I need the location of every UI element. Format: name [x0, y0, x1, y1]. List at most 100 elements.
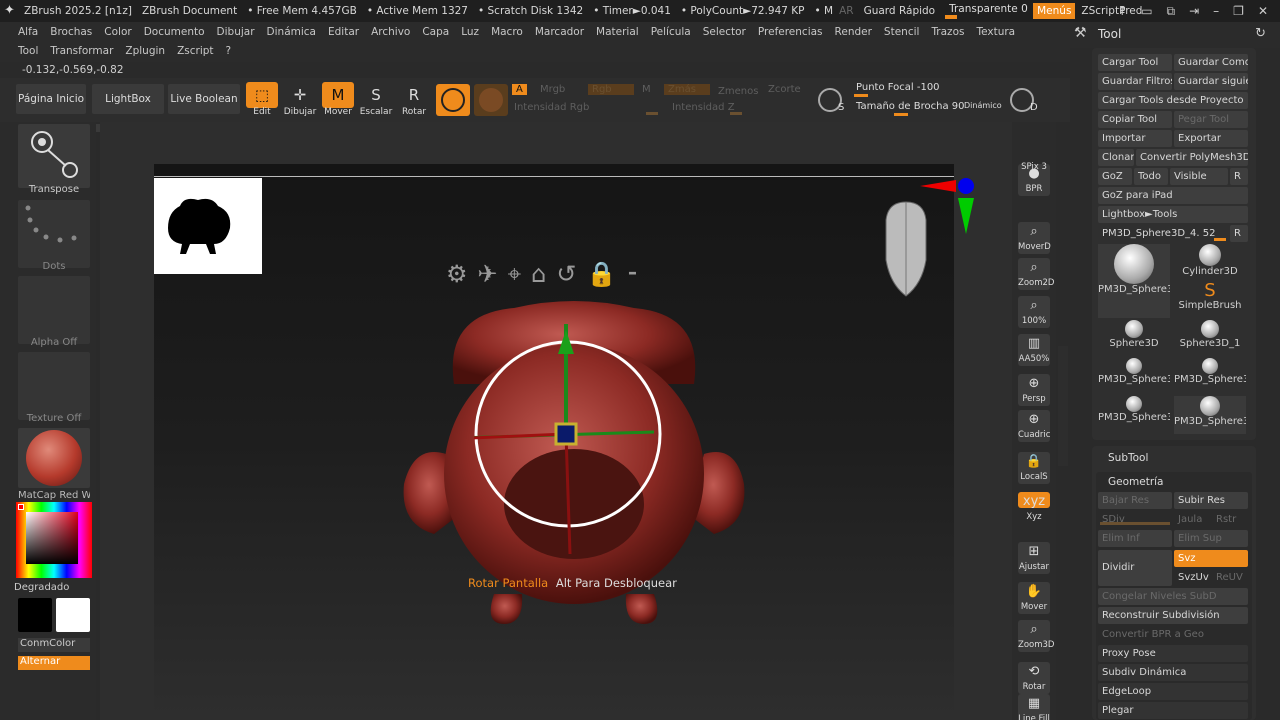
menu-item[interactable]: Película	[651, 26, 691, 38]
rgb-intensity-slider[interactable]	[646, 112, 658, 115]
import-button[interactable]: Importar	[1098, 130, 1172, 147]
rightstrip-button-100-[interactable]: ⌕ 100%	[1018, 296, 1050, 328]
gizmo-depth-axis[interactable]	[564, 433, 572, 555]
reset-icon[interactable]: ↻	[1255, 26, 1266, 41]
rstr-button[interactable]: Rstr	[1212, 511, 1248, 528]
focal-shift-label[interactable]: Punto Focal -100	[856, 82, 940, 93]
menu-item[interactable]: Zplugin	[125, 45, 165, 57]
menu-item[interactable]: Marcador	[535, 26, 584, 38]
rightstrip-button-ajustar[interactable]: ⊞ Ajustar	[1018, 542, 1050, 574]
save-as-button[interactable]: Guardar Como	[1174, 54, 1248, 71]
rgb-toggle[interactable]: Rgb	[588, 84, 634, 95]
lightbox-button[interactable]: LightBox	[92, 84, 164, 114]
z-intensity-label[interactable]: Intensidad Z	[672, 102, 735, 113]
menu-item[interactable]: Tool	[18, 45, 38, 57]
main-color-swatch[interactable]	[18, 598, 52, 632]
convert-bpr-button[interactable]: Convertir BPR a Geo	[1098, 626, 1248, 643]
edit-button[interactable]: ⬚ Edit	[244, 82, 280, 117]
menu-item[interactable]: Transformar	[50, 45, 113, 57]
freeze-subd-button[interactable]: Congelar Niveles SubD	[1098, 588, 1248, 605]
zcut-toggle[interactable]: Zcorte	[768, 84, 801, 95]
color-picker-square[interactable]	[26, 512, 78, 564]
minus-icon[interactable]: ⁃	[626, 260, 638, 288]
rightstrip-button-persp[interactable]: ⊕ Persp	[1018, 374, 1050, 406]
right-tray-divider[interactable]	[1058, 346, 1068, 466]
menu-item[interactable]: Preferencias	[758, 26, 823, 38]
live-boolean-button[interactable]: Live Boolean	[168, 84, 240, 114]
move-button[interactable]: M Mover	[320, 82, 356, 117]
transparent-slider[interactable]: Transparente 0	[945, 1, 1028, 21]
menu-item[interactable]: Capa	[422, 26, 449, 38]
menu-item[interactable]: Color	[104, 26, 131, 38]
delete-lower-button[interactable]: Elim Inf	[1098, 530, 1172, 547]
z-intensity-slider[interactable]	[730, 112, 742, 115]
document-canvas[interactable]: ⚙ ✈ ⌖ ⌂ ↺ 🔒 ⁃ Rotar Pantalla Alt Para De…	[154, 164, 954, 720]
menu-item[interactable]: Archivo	[371, 26, 410, 38]
suv-toggle[interactable]: SvzUv	[1174, 569, 1210, 586]
save-filters-button[interactable]: Guardar Filtros	[1098, 73, 1172, 90]
subtool-header[interactable]: SubTool	[1108, 452, 1148, 464]
stroke-dots-button[interactable]	[18, 200, 90, 268]
rightstrip-button-mover[interactable]: ✋ Mover	[1018, 582, 1050, 614]
rightstrip-button-spix-3[interactable]: SPix 3	[1018, 162, 1050, 178]
rightstrip-button-cuadric[interactable]: ⊕ Cuadric	[1018, 410, 1050, 442]
export-button[interactable]: Exportar	[1174, 130, 1248, 147]
transpose-button[interactable]	[18, 124, 90, 188]
menu-item[interactable]: Trazos	[931, 26, 964, 38]
menu-item[interactable]: ?	[226, 45, 232, 57]
menu-item[interactable]: Editar	[328, 26, 359, 38]
convert-polymesh-button[interactable]: Convertir PolyMesh3D	[1136, 149, 1248, 166]
menu-item[interactable]: Dibujar	[217, 26, 255, 38]
lock-icon[interactable]: 🔒	[586, 260, 616, 288]
rotate-button[interactable]: R Rotar	[396, 82, 432, 117]
menu-item[interactable]: Macro	[491, 26, 523, 38]
transpose-gizmo[interactable]	[474, 324, 674, 584]
menu-item[interactable]: Luz	[461, 26, 479, 38]
close-icon[interactable]: ✕	[1258, 4, 1268, 18]
zadd-toggle[interactable]: Zmás	[664, 84, 710, 95]
load-tool-button[interactable]: Cargar Tool	[1098, 54, 1172, 71]
paste-tool-button[interactable]: Pegar Tool	[1174, 111, 1248, 128]
home-icon[interactable]: ⌂	[531, 260, 546, 288]
menu-item[interactable]: Render	[835, 26, 872, 38]
tool-thumbnail[interactable]: PM3D_Sphere3I	[1098, 396, 1170, 434]
goz-all-button[interactable]: Todo	[1134, 168, 1168, 185]
tool-thumbnail[interactable]: PM3D_Sphere3I	[1098, 358, 1170, 396]
reconstruct-subdiv-button[interactable]: Reconstruir Subdivisión	[1098, 607, 1248, 624]
matcap-button[interactable]	[18, 428, 90, 488]
tool-thumbnail[interactable]: Cylinder3D	[1174, 244, 1246, 280]
menu-item[interactable]: Material	[596, 26, 639, 38]
reuv-toggle[interactable]: ReUV	[1212, 569, 1248, 586]
menus-button[interactable]: Menús	[1033, 3, 1076, 19]
mrgb-toggle[interactable]: Mrgb	[540, 84, 565, 95]
material-button[interactable]	[436, 84, 470, 116]
brush-size-label[interactable]: Tamaño de Brocha 90	[856, 101, 965, 112]
tool-thumbnail[interactable]: S SimpleBrush	[1174, 282, 1246, 318]
menu-item[interactable]: Stencil	[884, 26, 920, 38]
scale-button[interactable]: S Escalar	[358, 82, 394, 117]
tool-thumbnail[interactable]: PM3D_Sphere3I	[1174, 358, 1246, 396]
gear-icon[interactable]: ⚙	[446, 260, 468, 288]
zbrush-logo-icon[interactable]: ✦	[4, 4, 20, 18]
pin-icon[interactable]: ✈	[478, 260, 498, 288]
lightbox-tools-button[interactable]: Lightbox►Tools	[1098, 206, 1248, 223]
copy-tool-button[interactable]: Copiar Tool	[1098, 111, 1172, 128]
tool-thumbnail[interactable]: PM3D_Sphere3	[1098, 244, 1170, 318]
menu-item[interactable]: Alfa	[18, 26, 38, 38]
menu-item[interactable]: Dinámica	[267, 26, 316, 38]
goz-visible-button[interactable]: Visible	[1170, 168, 1228, 185]
collapse-icon[interactable]: ⇥	[1189, 4, 1199, 18]
edgeloop-section[interactable]: EdgeLoop	[1098, 683, 1248, 700]
rightstrip-button-aa50-[interactable]: ▥ AA50%	[1018, 334, 1050, 366]
navigator-thumbnail[interactable]	[154, 178, 262, 274]
rightstrip-button-zoom2d[interactable]: ⌕ Zoom2D	[1018, 258, 1054, 290]
quicksave-button[interactable]: Guard Rápido	[864, 5, 936, 17]
m-toggle[interactable]: M	[642, 84, 651, 95]
crease-section[interactable]: Plegar	[1098, 702, 1248, 719]
higher-res-button[interactable]: Subir Res	[1174, 492, 1248, 509]
load-from-project-button[interactable]: Cargar Tools desde Proyecto	[1098, 92, 1248, 109]
color-picker-cursor[interactable]	[18, 504, 24, 510]
menu-item[interactable]: Zscript	[177, 45, 213, 57]
brush-size-slider[interactable]	[894, 113, 908, 116]
tool-thumbnail[interactable]: PM3D_Sphere3	[1174, 396, 1246, 434]
